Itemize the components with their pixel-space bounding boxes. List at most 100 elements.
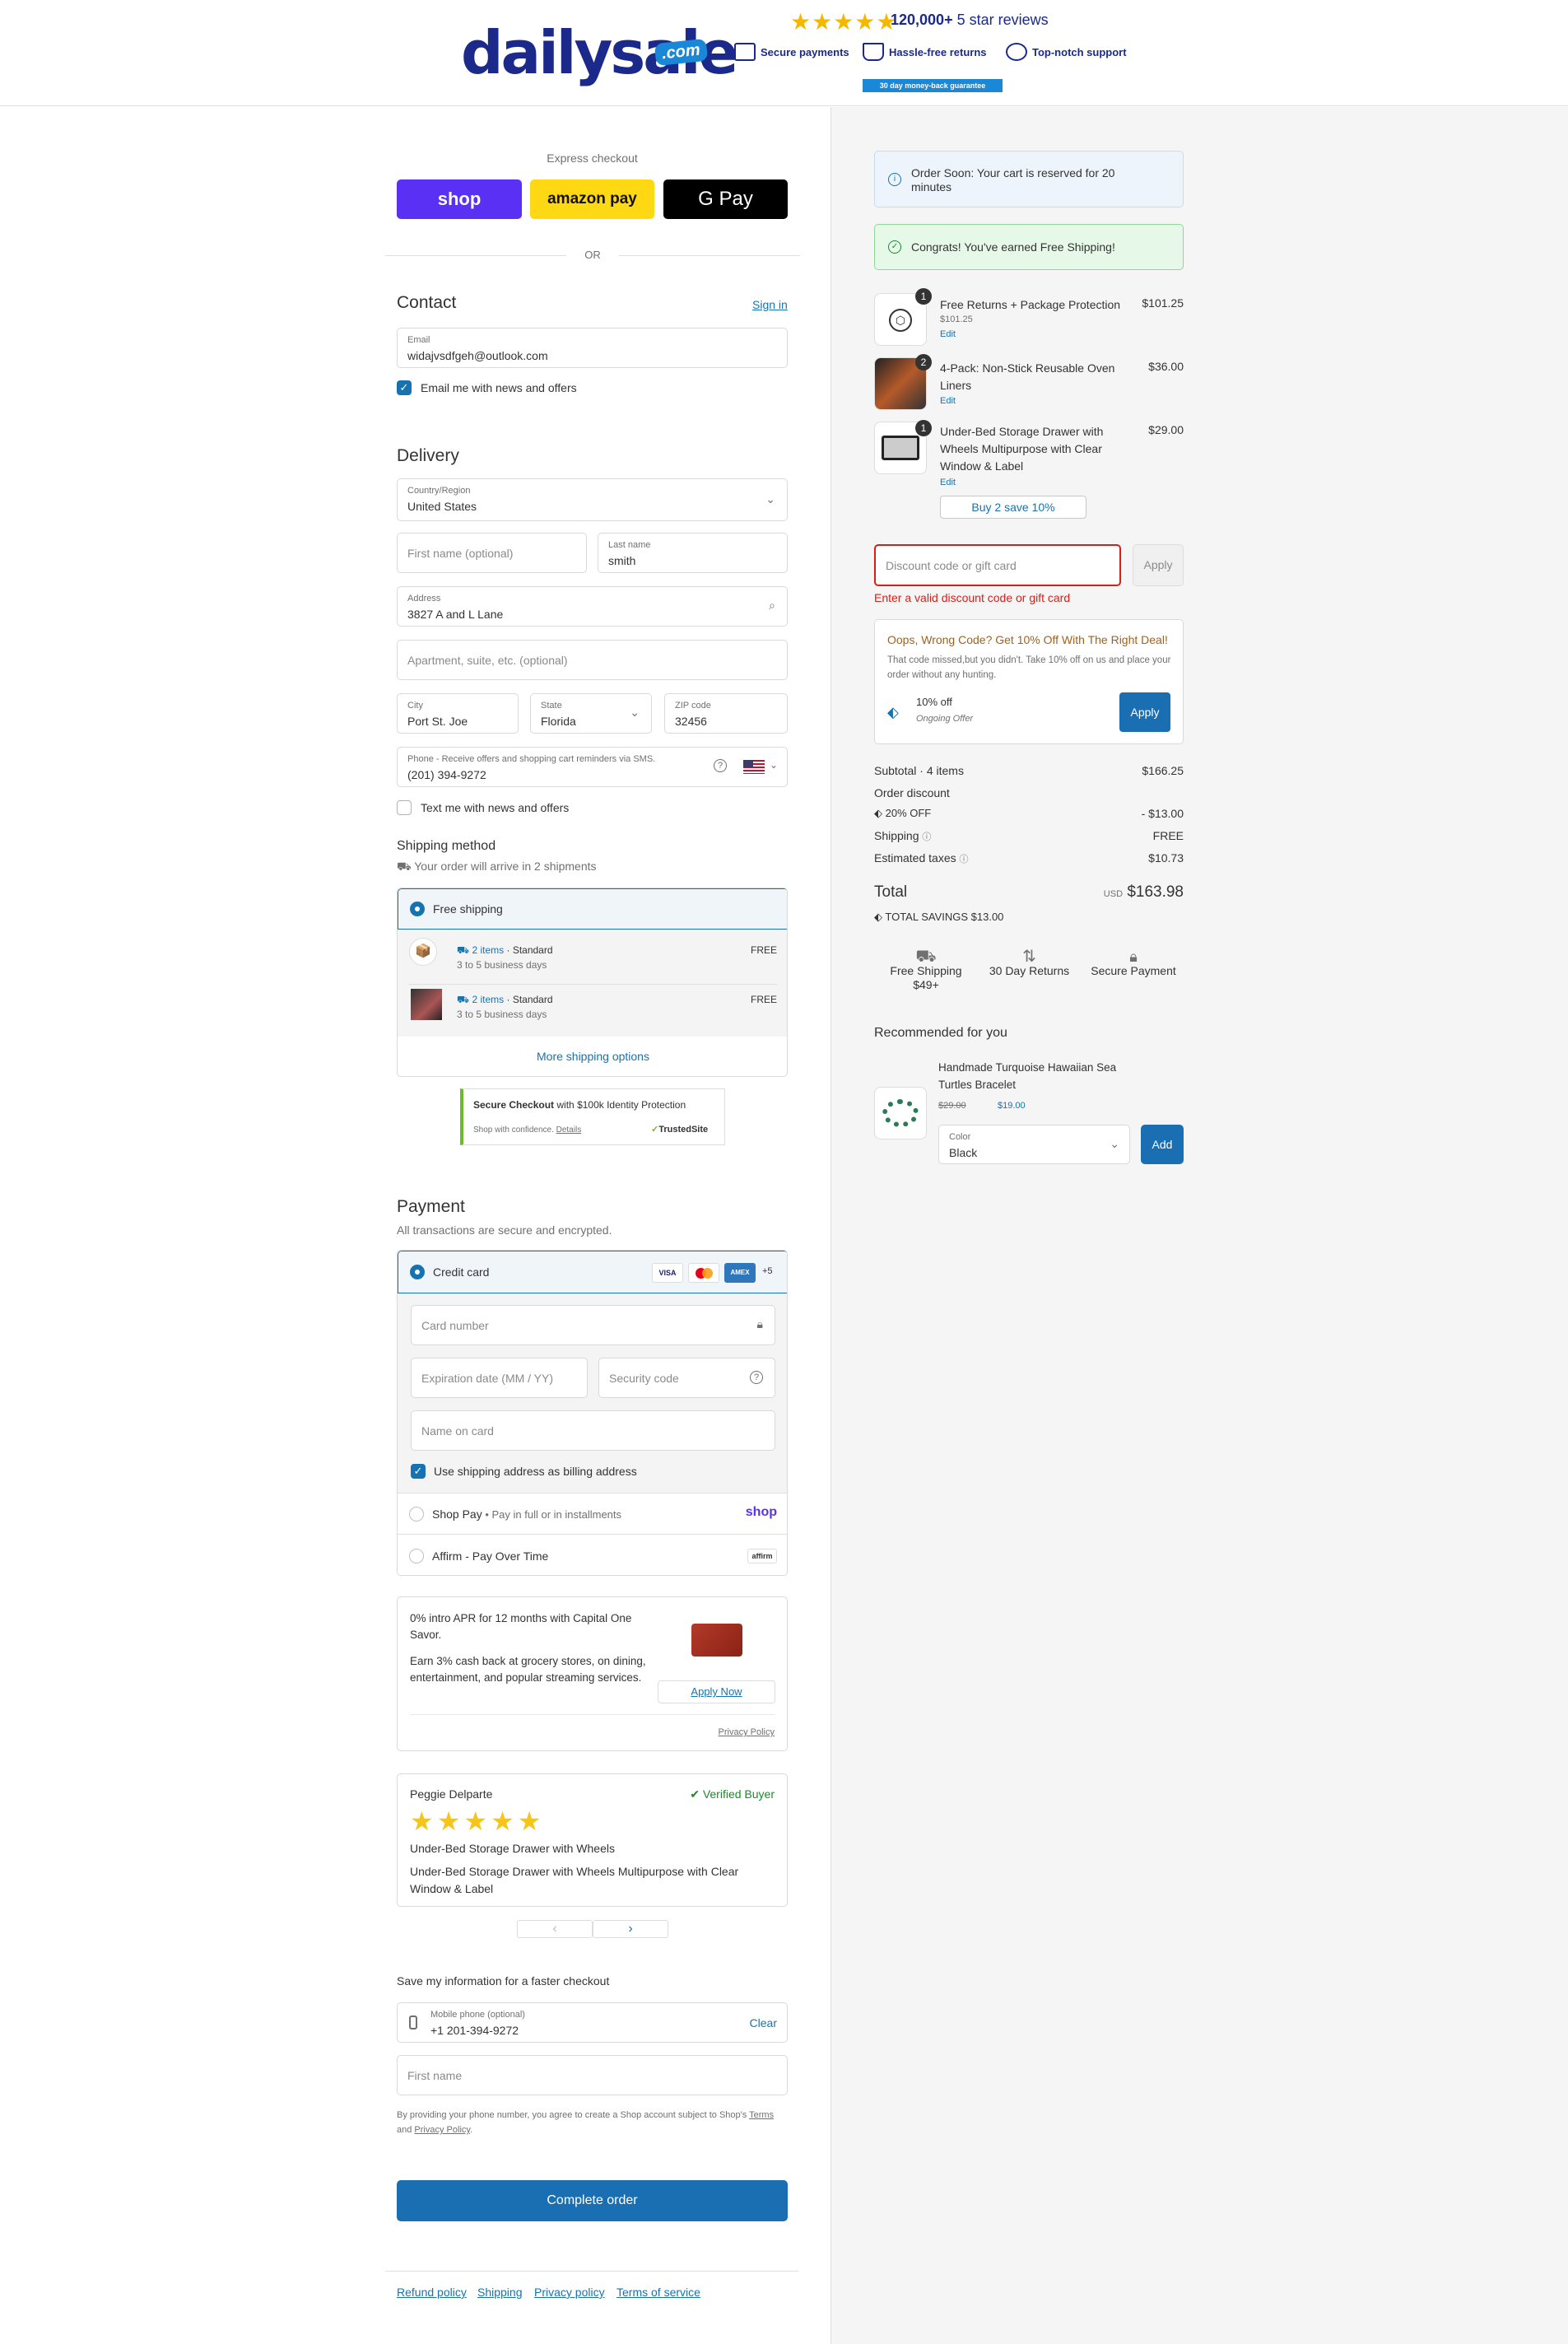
mastercard-icon [688, 1263, 719, 1283]
refund-policy-link[interactable]: Refund policy [397, 2286, 467, 2299]
sms-label: Text me with news and offers [421, 801, 570, 814]
discount-code-label: ⬖ 20% OFF [874, 807, 932, 819]
email-news-checkbox[interactable]: ✓ [397, 380, 412, 395]
privacy-link[interactable]: Privacy Policy [414, 2125, 470, 2135]
check-circle-icon: ✔ [690, 1787, 703, 1801]
item-name: Under-Bed Storage Drawer with Wheels Mul… [940, 425, 1104, 473]
card-number-field[interactable]: Card number 🔒︎ [411, 1305, 775, 1345]
free-shipping-option[interactable]: Free shipping [398, 888, 787, 930]
mobile-phone-field[interactable]: Mobile phone (optional) +1 201-394-9272 … [397, 2002, 788, 2043]
radio-selected [410, 902, 425, 916]
review-next-button[interactable]: › [593, 1920, 668, 1938]
shop-pay-option[interactable]: Shop Pay • Pay in full or in installment… [398, 1493, 787, 1534]
review-stars: ★ ★ ★ ★ ★ [410, 1806, 544, 1837]
us-flag-icon [743, 760, 765, 774]
truck-icon: ⛟ [457, 944, 472, 956]
terms-of-service-link[interactable]: Terms of service [616, 2286, 700, 2299]
apply-offer-button[interactable]: Apply [1119, 692, 1170, 732]
expiration-field[interactable]: Expiration date (MM / YY) [411, 1358, 588, 1398]
privacy-policy-link[interactable]: Privacy Policy [719, 1727, 775, 1737]
cart-icon [863, 43, 884, 61]
taxes-label: Estimated taxes ⓘ [874, 851, 969, 864]
google-pay-button[interactable]: G Pay [663, 179, 788, 219]
buy-2-save-button[interactable]: Buy 2 save 10% [940, 496, 1086, 519]
save-info-title: Save my information for a faster checkou… [397, 1974, 610, 1988]
privacy-policy-link[interactable]: Privacy policy [534, 2286, 605, 2299]
rating-stars: ★★★★★ [790, 9, 898, 35]
support-icon [1006, 43, 1027, 61]
secure-payment-badge: 🔒︎ Secure Payment [1085, 949, 1182, 978]
name-on-card-field[interactable]: Name on card [411, 1410, 775, 1451]
quantity-badge: 1 [915, 420, 932, 436]
item-sub: $101.25 [940, 315, 973, 324]
sign-in-link[interactable]: Sign in [752, 298, 788, 311]
shipment-items-link[interactable]: ⛟ 2 items · Standard [457, 994, 553, 1007]
subtotal-label: Subtotal · 4 items [874, 764, 964, 777]
payment-subtitle: All transactions are secure and encrypte… [397, 1223, 612, 1237]
rec-color-select[interactable]: Color Black ⌄ [938, 1125, 1130, 1164]
credit-card-image [691, 1624, 742, 1657]
review-prev-button[interactable]: ‹ [517, 1920, 593, 1938]
terms-link[interactable]: Terms [749, 2110, 774, 2120]
item-price: $29.00 [1148, 423, 1184, 436]
rec-price: $19.00 [998, 1101, 1026, 1111]
item-price: $101.25 [1142, 296, 1184, 310]
help-icon: ⓘ [959, 855, 969, 864]
affirm-option[interactable]: Affirm - Pay Over Time affirm [398, 1534, 787, 1575]
chevron-down-icon: ⌄ [630, 706, 640, 719]
more-cards-count: +5 [762, 1266, 773, 1276]
email-field[interactable]: Email widajvsdfgeh@outlook.com [397, 328, 788, 368]
country-select[interactable]: Country/Region United States ⌄ [397, 478, 788, 521]
amazon-pay-button[interactable]: amazon pay [530, 179, 654, 219]
help-icon: ? [750, 1371, 763, 1384]
star-icon: ★ [491, 1806, 514, 1836]
billing-same-checkbox[interactable]: ✓ [411, 1464, 426, 1479]
shipments-list: 📦 ⛟ 2 items · Standard 3 to 5 business d… [398, 930, 787, 1037]
reviews-summary: 120,000+ 5 star reviews [891, 12, 1049, 28]
shipment-items-link[interactable]: ⛟ 2 items · Standard [457, 944, 553, 958]
sms-checkbox[interactable] [397, 800, 412, 815]
verified-badge: ✔ Verified Buyer [690, 1787, 775, 1801]
item-name: 4-Pack: Non-Stick Reusable Oven Liners [940, 361, 1115, 392]
edit-link[interactable]: Edit [940, 396, 956, 406]
zip-field[interactable]: ZIP code 32456 [664, 693, 788, 734]
security-code-field[interactable]: Security code ? [598, 1358, 775, 1398]
total-label: Total [874, 883, 908, 901]
more-shipping-options-link[interactable]: More shipping options [398, 1050, 787, 1063]
billing-same-label: Use shipping address as billing address [434, 1465, 637, 1478]
trustedsite-badge[interactable]: Secure Checkout with $100k Identity Prot… [460, 1088, 725, 1145]
clear-button[interactable]: Clear [750, 2016, 777, 2029]
shipping-method-heading: Shipping method [397, 839, 496, 853]
chevron-down-icon: ⌄ [765, 492, 775, 506]
subtotal-value: $166.25 [1142, 764, 1184, 777]
phone-field[interactable]: Phone - Receive offers and shopping cart… [397, 747, 788, 787]
complete-order-button[interactable]: Complete order [397, 2180, 788, 2221]
first-name-field[interactable]: First name (optional) [397, 533, 587, 573]
help-icon: ⓘ [922, 832, 932, 842]
star-icon: ★ [410, 1806, 434, 1836]
quantity-badge: 1 [915, 288, 932, 305]
edit-link[interactable]: Edit [940, 329, 956, 339]
apply-discount-button[interactable]: Apply [1133, 544, 1184, 586]
address-field[interactable]: Address 3827 A and L Lane ⌕ [397, 586, 788, 627]
shipping-label: Shipping ⓘ [874, 829, 932, 842]
discount-error: Enter a valid discount code or gift card [874, 591, 1071, 604]
shipping-policy-link[interactable]: Shipping [477, 2286, 523, 2299]
shipping-value: FREE [1152, 829, 1184, 842]
review-title: Under-Bed Storage Drawer with Wheels [410, 1842, 615, 1855]
city-field[interactable]: City Port St. Joe [397, 693, 519, 734]
apartment-field[interactable]: Apartment, suite, etc. (optional) [397, 640, 788, 680]
credit-card-option[interactable]: Credit card VISA AMEX +5 [398, 1251, 787, 1293]
last-name-field[interactable]: Last name smith [598, 533, 788, 573]
discount-code-field[interactable]: Discount code or gift card [874, 544, 1121, 586]
edit-link[interactable]: Edit [940, 478, 956, 487]
state-select[interactable]: State Florida ⌄ [530, 693, 652, 734]
info-icon: i [888, 173, 901, 186]
shop-first-name-field[interactable]: First name [397, 2055, 788, 2095]
package-icon: ⬡ [889, 309, 912, 332]
apply-now-button[interactable]: Apply Now [658, 1680, 775, 1703]
visa-icon: VISA [652, 1263, 683, 1283]
add-to-cart-button[interactable]: Add [1141, 1125, 1184, 1164]
shop-pay-button[interactable]: shop [397, 179, 522, 219]
check-circle-icon: ✓ [888, 240, 901, 254]
